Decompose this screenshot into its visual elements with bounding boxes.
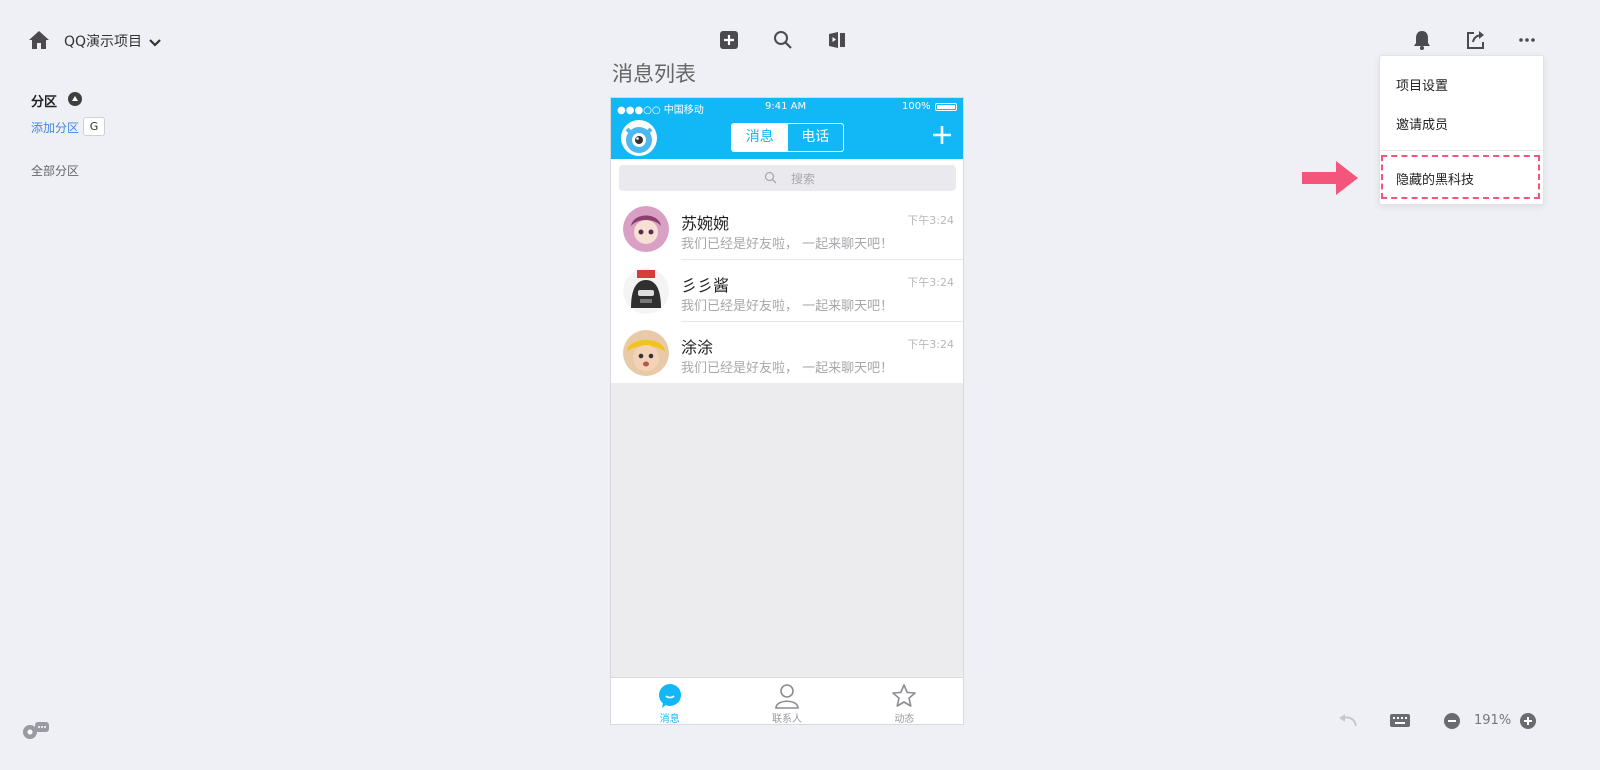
star-icon	[892, 684, 917, 707]
chat-row[interactable]: 苏婉婉 我们已经是好友啦， 一起来聊天吧！ 下午3:24	[611, 197, 963, 259]
search-icon	[764, 171, 777, 184]
share-icon[interactable]	[1465, 29, 1487, 51]
search-bar: 搜索	[611, 159, 963, 197]
qq-avatar-icon[interactable]	[621, 120, 657, 156]
chat-time: 下午3:24	[907, 276, 954, 289]
preview-icon[interactable]	[826, 29, 848, 51]
menu-item-project-settings[interactable]: 项目设置	[1396, 75, 1448, 94]
tab-label: 联系人	[771, 714, 802, 725]
contacts-icon	[775, 684, 799, 709]
phone-artboard[interactable]: ●●●○○ 中国移动 9:41 AM 100% 消息 电话 搜索 苏婉婉 我们已…	[610, 97, 964, 725]
chat-preview: 我们已经是好友啦， 一起来聊天吧！	[681, 237, 894, 252]
all-sections-item[interactable]: 全部分区	[31, 162, 79, 179]
project-title[interactable]: QQ演示项目	[64, 31, 142, 51]
chat-time: 下午3:24	[907, 338, 954, 351]
undo-icon[interactable]	[1337, 711, 1359, 731]
segment-calls[interactable]: 电话	[788, 124, 844, 151]
arrow-right-icon	[1302, 159, 1360, 197]
battery-icon	[935, 103, 957, 111]
chevron-down-icon[interactable]	[148, 34, 162, 47]
avatar	[623, 206, 669, 252]
chat-name: 苏婉婉	[681, 214, 730, 233]
battery-label: 100%	[902, 101, 931, 112]
status-time: 9:41 AM	[765, 101, 807, 112]
search-icon[interactable]	[772, 29, 794, 51]
highlight-box	[1381, 155, 1540, 199]
shortcut-key-badge: G	[83, 117, 105, 136]
zoom-out-icon[interactable]	[1443, 711, 1465, 731]
chat-preview: 我们已经是好友啦， 一起来聊天吧！	[681, 299, 894, 314]
zoom-level: 191%	[1474, 713, 1512, 728]
tab-messages[interactable]: 消息	[611, 678, 728, 724]
zoom-in-icon[interactable]	[1519, 711, 1541, 731]
chat-name: 涂涂	[681, 338, 714, 357]
chat-row[interactable]: 涂涂 我们已经是好友啦， 一起来聊天吧！ 下午3:24	[611, 321, 963, 383]
page-title: 消息列表	[612, 62, 696, 86]
add-icon[interactable]	[718, 29, 740, 51]
bell-icon[interactable]	[1411, 29, 1433, 51]
menu-divider	[1380, 150, 1543, 151]
chat-name: 彡彡酱	[681, 276, 730, 295]
tab-contacts[interactable]: 联系人	[728, 678, 845, 724]
chat-list: 苏婉婉 我们已经是好友啦， 一起来聊天吧！ 下午3:24 彡彡酱 我们已经是好友…	[611, 197, 963, 383]
chat-time: 下午3:24	[907, 214, 954, 227]
section-title: 分区	[31, 95, 58, 110]
tab-label: 消息	[659, 714, 680, 725]
more-icon[interactable]	[1516, 29, 1538, 51]
segment-messages[interactable]: 消息	[732, 124, 788, 151]
tab-label: 动态	[894, 714, 915, 725]
carrier-label: ●●●○○ 中国移动	[617, 105, 704, 116]
message-icon	[658, 684, 681, 708]
search-placeholder: 搜索	[791, 172, 816, 186]
menu-item-invite-members[interactable]: 邀请成员	[1396, 114, 1448, 133]
qq-header: ●●●○○ 中国移动 9:41 AM 100% 消息 电话	[611, 98, 963, 159]
avatar	[623, 330, 669, 376]
chat-row[interactable]: 彡彡酱 我们已经是好友啦， 一起来聊天吧！ 下午3:24	[611, 259, 963, 321]
search-input[interactable]: 搜索	[619, 165, 956, 191]
status-bar: ●●●○○ 中国移动 9:41 AM 100%	[611, 98, 963, 116]
chat-preview: 我们已经是好友啦， 一起来聊天吧！	[681, 361, 894, 376]
add-section-link[interactable]: 添加分区	[31, 119, 79, 136]
home-icon[interactable]	[28, 30, 50, 50]
avatar	[623, 268, 669, 314]
keyboard-icon[interactable]	[1389, 711, 1411, 731]
plus-icon[interactable]	[931, 124, 953, 146]
collapse-icon[interactable]	[68, 92, 82, 106]
feedback-icon[interactable]	[20, 720, 49, 740]
tab-feeds[interactable]: 动态	[846, 678, 963, 724]
tab-bar: 消息 联系人 动态	[611, 677, 963, 724]
segment-control[interactable]: 消息 电话	[731, 123, 844, 152]
